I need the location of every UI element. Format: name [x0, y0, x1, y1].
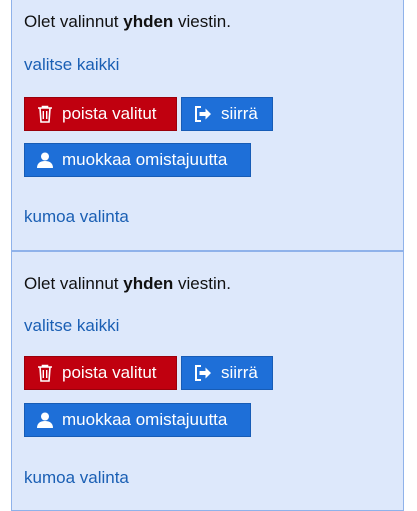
message-selection-view: Olet valinnut yhden viestin. valitse kai…	[0, 0, 417, 511]
message-prefix: Olet valinnut	[24, 274, 124, 293]
undo-selection-link[interactable]: kumoa valinta	[24, 207, 129, 227]
move-button[interactable]: siirrä	[181, 97, 273, 131]
message-count: yhden	[123, 12, 174, 31]
edit-ownership-button[interactable]: muokkaa omistajuutta	[24, 403, 251, 437]
selection-message: Olet valinnut yhden viestin.	[24, 274, 231, 294]
undo-selection-link[interactable]: kumoa valinta	[24, 468, 129, 488]
sign-out-icon	[194, 365, 212, 381]
sign-out-icon	[194, 106, 212, 122]
move-label: siirrä	[221, 104, 258, 123]
selection-message: Olet valinnut yhden viestin.	[24, 12, 231, 32]
delete-selected-button[interactable]: poista valitut	[24, 356, 177, 390]
delete-selected-label: poista valitut	[62, 363, 157, 382]
edit-ownership-label: muokkaa omistajuutta	[62, 410, 228, 429]
delete-selected-label: poista valitut	[62, 104, 157, 123]
message-suffix: viestin.	[173, 12, 231, 31]
user-icon	[37, 412, 53, 428]
selection-panel: Olet valinnut yhden viestin. valitse kai…	[11, 251, 404, 511]
select-all-link[interactable]: valitse kaikki	[24, 55, 119, 75]
trash-icon	[37, 364, 53, 382]
user-icon	[37, 152, 53, 168]
message-prefix: Olet valinnut	[24, 12, 124, 31]
select-all-link[interactable]: valitse kaikki	[24, 316, 119, 336]
edit-ownership-label: muokkaa omistajuutta	[62, 150, 228, 169]
selection-panel: Olet valinnut yhden viestin. valitse kai…	[11, 0, 404, 251]
edit-ownership-button[interactable]: muokkaa omistajuutta	[24, 143, 251, 177]
message-count: yhden	[123, 274, 174, 293]
trash-icon	[37, 105, 53, 123]
move-button[interactable]: siirrä	[181, 356, 273, 390]
move-label: siirrä	[221, 363, 258, 382]
message-suffix: viestin.	[173, 274, 231, 293]
delete-selected-button[interactable]: poista valitut	[24, 97, 177, 131]
